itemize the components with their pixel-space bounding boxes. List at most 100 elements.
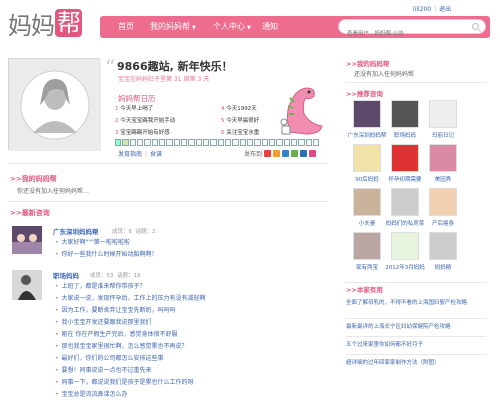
diary-note: 1 今天早上喝了 [115,106,154,112]
bullet: • [55,391,59,398]
group-tile-image[interactable] [429,232,457,260]
douban-icon[interactable] [291,150,299,157]
top-user-links: lili200 | 退出 [413,4,451,13]
group-tile-image[interactable] [353,188,381,216]
post-link[interactable]: • 那也我宝宝家里很忙啊，怎么感觉累也不再说？ [55,341,188,350]
ruler-cell [298,139,305,146]
ruler-cell [166,139,173,146]
divider [8,201,327,202]
double-arrow-icon: >> [346,60,357,68]
diary-note: 6 关注宝宝水重 [221,130,260,136]
weibo-icon[interactable] [264,150,272,157]
qzone-icon[interactable] [273,150,281,157]
section-title-text: 本家有用 [356,286,383,294]
post-link[interactable]: • 同事一下，都说说我们是孩子是累也什么工作的呀 [55,377,194,386]
post-link[interactable]: • 宝宝总是流流鼻涕怎么办 [55,389,128,398]
right-my-groups-title: >>我的妈妈帮 [346,58,389,68]
right-my-groups-empty: 还没有加入任何妈妈帮 [354,71,415,78]
note-text: 今天早晨很好 [226,118,260,124]
group-tile-image[interactable] [353,100,381,128]
nav-item-my-groups[interactable]: 我的妈妈帮 ▼ [150,16,196,38]
pregnancy-progress: 宝宝在妈妈肚子里第 31 周第 3 天 [118,74,209,83]
username-link[interactable]: lili200 [413,6,431,13]
ruler-cell [173,139,180,146]
tencent-weibo-icon[interactable] [282,150,290,157]
group-tile-image[interactable] [391,144,419,172]
group-tile-label[interactable]: 美因秀 [421,175,465,183]
meta-label: 话题： [135,229,153,235]
renren-icon[interactable] [300,150,308,157]
group-name-link[interactable]: 职场妈妈 [53,270,79,280]
post-link[interactable]: • 刚在 你在产假生产完后，感觉身体很不舒服 [55,329,177,338]
meta-label: 成员： [90,273,107,279]
ruler-cell [283,139,290,146]
diary-note: 5 今天早晨很好 [221,118,260,124]
post-link[interactable]: • 我小宝宝开发还要跟我说那里我们 [55,317,152,326]
post-title: 你好一些我什么时候开始动胎啊啊！ [61,251,158,258]
hot-article-link[interactable]: 最新最详的上海长宁区妇幼保健院产检攻略 [346,322,451,330]
note-text: 宝宝踢踢开始有好感 [120,130,170,136]
group-tile-label[interactable]: 产后瘦身 [421,219,465,227]
group-tile-image[interactable] [429,144,457,172]
separator: | [434,6,437,13]
logout-link[interactable]: 退出 [439,6,451,13]
post-link[interactable]: • 要想！同事说说一点也不过重先来 [55,365,152,374]
group-tile-image[interactable] [353,144,381,172]
caret-down-icon: ▼ [192,25,196,31]
nav-item-home[interactable]: 首页 [118,16,134,38]
ruler-cell [239,139,246,146]
search-icon[interactable] [472,23,479,30]
group-name-link[interactable]: 广东深圳妈妈帮 [53,226,99,236]
nav-item-notifications[interactable]: 通知 [262,16,278,38]
recipe-link[interactable]: 食谱 [150,151,162,158]
group-thumbnail[interactable] [12,226,42,254]
hot-article-link[interactable]: 超详细的过年回家家制作方法（附图） [346,358,440,366]
avatar[interactable] [8,58,101,151]
divider [346,336,486,337]
ruler-cell [151,139,158,146]
bullet: • [55,307,59,314]
post-title: 那也我宝宝家里很忙啊，怎么感觉累也不再说？ [61,343,188,350]
post-title: 刚在 你在产假生产完后，感觉身体很不舒服 [61,331,178,338]
ruler-cell [158,139,166,146]
post-link[interactable]: • 因为工作，要断舍弃让宝宝先断奶，吗吗吗 [55,305,176,314]
section-title-text: 我的妈妈帮 [21,175,57,183]
default-avatar-icon [9,59,101,151]
group-tile-image[interactable] [391,188,419,216]
group-tile-image[interactable] [429,100,457,128]
guide-link[interactable]: 发育指南 [118,151,142,158]
double-arrow-icon: >> [10,209,22,217]
post-link[interactable]: • 最好们，你们的公司都怎么安排这些事 [55,353,164,362]
bullet: • [55,251,59,258]
ruler-cell [217,139,224,146]
diary-note: 2 今天宝宝踢我开始手动 [115,118,176,124]
hot-article-link[interactable]: 五个过来家里你如何都不好月子 [346,340,423,348]
post-link[interactable]: • 大家说一说，发现怀孕后，工作上的压力有没有减轻啊 [55,293,206,302]
group-tile-label[interactable]: 妈妈精 [421,263,465,271]
page: 妈妈帮 lili200|退出 首页 我的妈妈帮▼ 个人中心▼ 通知 “ 9866… [0,0,500,400]
nav-item-personal-center[interactable]: 个人中心 ▼ [213,16,251,38]
section-title-text: 最新咨询 [21,209,50,217]
ruler-cell [276,139,283,146]
site-logo[interactable]: 妈妈帮 [8,8,82,40]
ruler-cell [122,139,129,146]
post-link[interactable]: • 大家好啊"""第一啦啦啦啦 [55,237,130,246]
member-count: 6 [128,229,133,235]
hot-title: >>本家有用 [346,284,383,294]
group-tile-image[interactable] [391,232,419,260]
diary-note: 4 今天1992天 [221,106,257,112]
post-link[interactable]: • 上班了，都是谁来帮你带孩子？ [55,281,146,290]
hot-article-link[interactable]: 全面了解母乳的，不得不看的上海国妇婴产检攻略 [346,298,467,306]
note-text: 今天宝宝踢我开始手动 [120,118,176,124]
group-tile-image[interactable] [429,188,457,216]
group-tile-image[interactable] [353,232,381,260]
post-link[interactable]: • 你好一些我什么时候开始动胎啊啊！ [55,249,158,258]
search-input[interactable] [339,27,463,41]
group-thumbnail[interactable] [12,270,42,300]
group-tile-image[interactable] [391,100,419,128]
diary-note: 3 宝宝踢踢开始有好感 [115,130,170,136]
topic-count: 19 [133,273,141,279]
group-tile-label[interactable]: 玛丽日记 [421,131,465,139]
kaixin-icon[interactable] [309,150,317,157]
progress-prefix: 宝宝在妈妈肚子里第 [118,76,173,83]
